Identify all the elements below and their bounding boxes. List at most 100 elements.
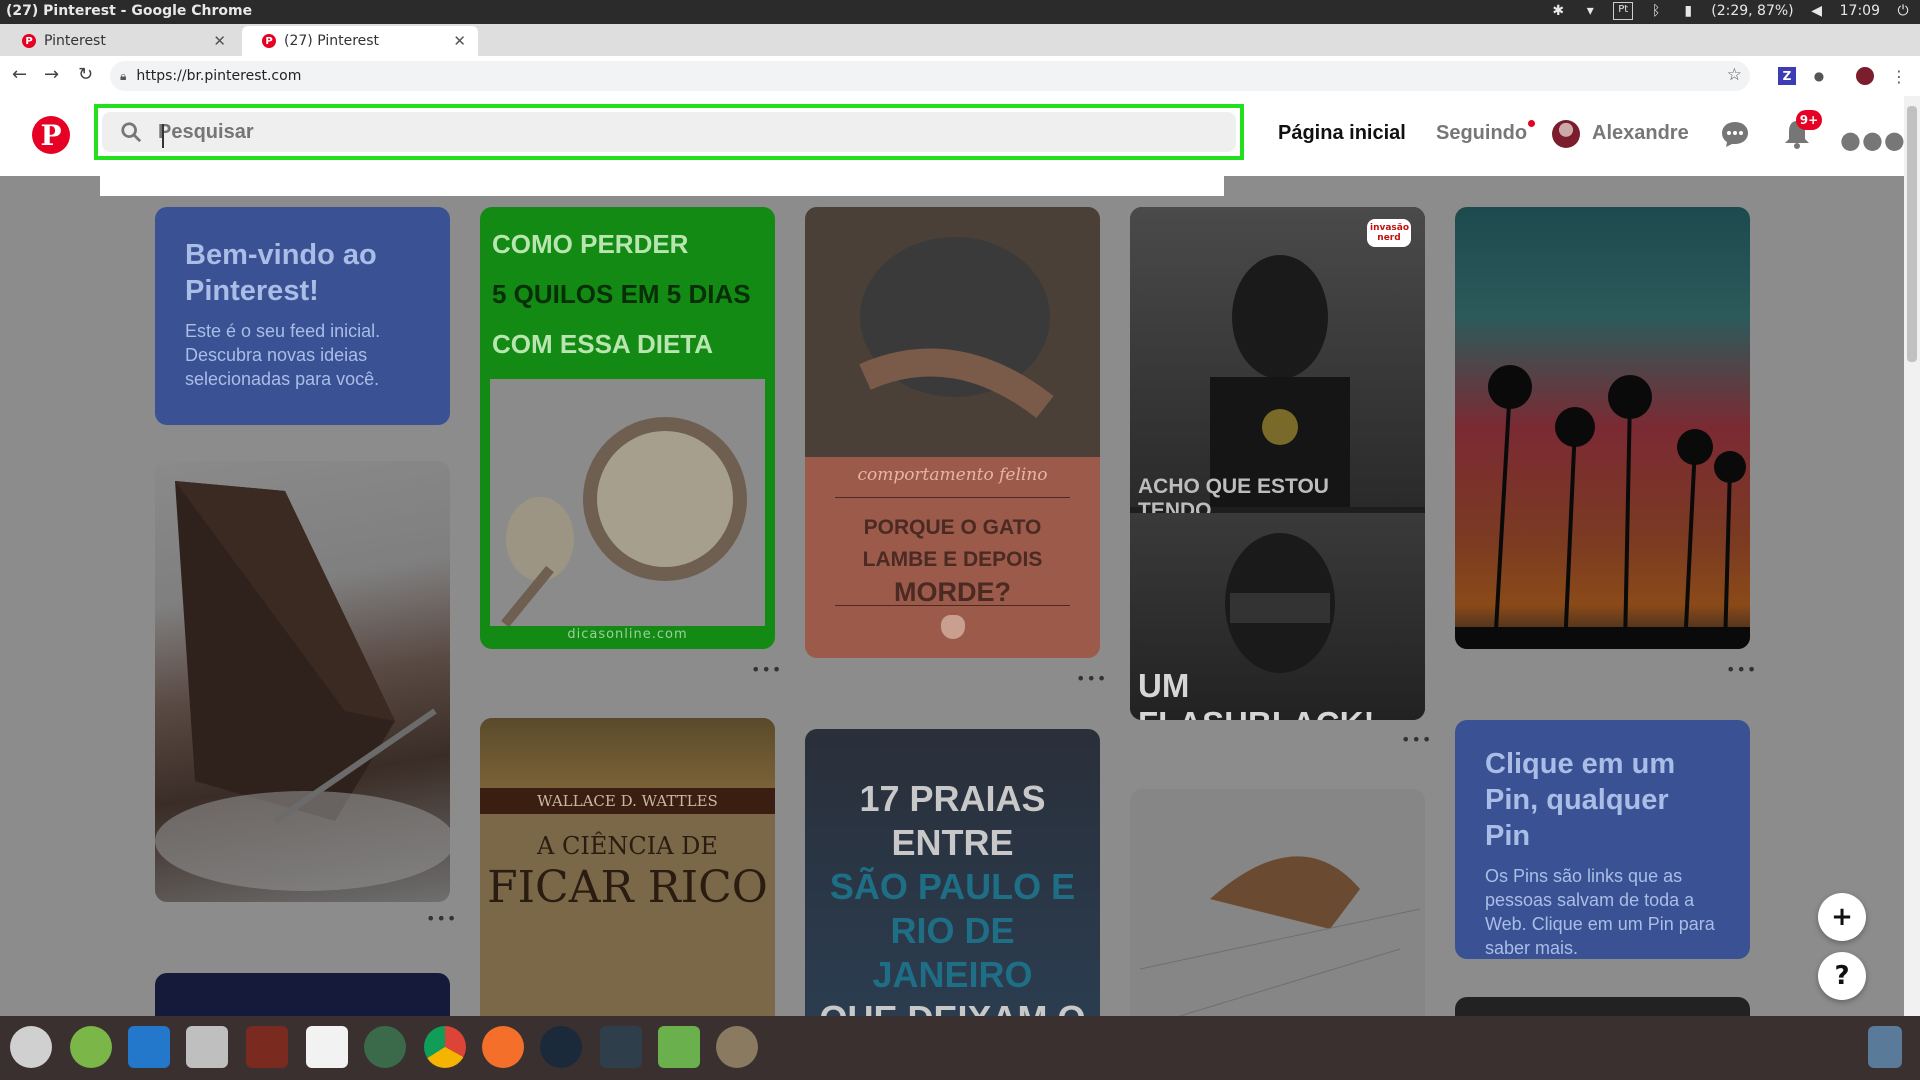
url-bar[interactable]: 🔒︎ https://br.pinterest.com ☆ (110, 61, 1750, 91)
settings-icon[interactable]: ✱ (1549, 3, 1567, 19)
vscode-icon[interactable] (128, 1026, 170, 1068)
tab-label: Pinterest (44, 33, 106, 49)
following-label: Seguindo (1436, 122, 1528, 144)
flash-bottom-text: UM FLASHBLACK! (1138, 667, 1374, 720)
pin-more-options[interactable]: ••• (1076, 669, 1107, 688)
battery-status: (2:29, 87%) (1711, 3, 1794, 19)
help-button[interactable]: ? (1818, 952, 1866, 1000)
gitkraken-icon[interactable] (540, 1026, 582, 1068)
chrome-icon[interactable] (424, 1026, 466, 1068)
pin-more-options[interactable]: ••• (751, 660, 782, 679)
click-pin-card[interactable]: Clique em um Pin, qualquer Pin Os Pins s… (1455, 720, 1750, 959)
cat-pin[interactable]: comportamento felino PORQUE O GATO LAMBE… (805, 207, 1100, 658)
dark-pin[interactable] (1455, 997, 1750, 1016)
beach-line1: 17 PRAIAS (859, 778, 1046, 819)
cat-title: PORQUE O GATO LAMBE E DEPOIS MORDE? (805, 512, 1100, 608)
clock[interactable]: 17:09 (1840, 3, 1880, 19)
pinterest-header: P Página inicial Seguindo Alexandre 9+ ●… (0, 96, 1906, 176)
taskbar (0, 1016, 1920, 1080)
diet-line3: COM ESSA DIETA (492, 329, 714, 359)
avatar[interactable] (1552, 120, 1580, 148)
tab-pinterest-active[interactable]: P (27) Pinterest ✕ (242, 26, 478, 56)
palm-sunset-pin[interactable] (1455, 207, 1750, 649)
close-tab-icon[interactable]: ✕ (453, 32, 466, 50)
power-icon[interactable]: ⏻ (1894, 3, 1912, 19)
keyboard-layout-icon[interactable]: Pt (1613, 2, 1634, 20)
welcome-text: Este é o seu feed inicial. Descubra nova… (185, 321, 381, 389)
back-icon[interactable]: ← (12, 64, 27, 85)
tab-pinterest[interactable]: P Pinterest ✕ (2, 26, 238, 56)
following-link[interactable]: Seguindo (1436, 120, 1536, 145)
scrollbar-thumb[interactable] (1907, 106, 1917, 362)
files-icon[interactable] (186, 1026, 228, 1068)
drawing-pin[interactable] (1130, 789, 1425, 1016)
search-dropdown (100, 176, 1224, 196)
welcome-card[interactable]: Bem-vindo ao Pinterest! Este é o seu fee… (155, 207, 450, 425)
messages-icon[interactable] (1720, 120, 1750, 148)
cat-title3: MORDE? (894, 577, 1011, 607)
atom-icon[interactable] (364, 1026, 406, 1068)
profile-link[interactable]: Alexandre (1592, 122, 1689, 145)
pinterest-favicon-icon: P (262, 34, 276, 48)
beach-line6: QUE DEIXAM O (805, 997, 1100, 1016)
pin-feed: Bem-vindo ao Pinterest! Este é o seu fee… (0, 176, 1904, 1016)
wifi-icon[interactable]: ▾ (1581, 3, 1599, 19)
search-input[interactable] (156, 119, 1060, 145)
flash-meme-pin[interactable]: invasão nerd ACHO QUE ESTOU TENDO... UM … (1130, 207, 1425, 720)
trash-icon[interactable] (1868, 1026, 1902, 1068)
pin-more-options[interactable]: ••• (1726, 660, 1757, 679)
beach-line3: SÃO PAULO E (829, 866, 1076, 907)
money-image (480, 718, 775, 788)
profile-avatar-icon[interactable] (1856, 67, 1874, 85)
system-tray: ✱ ▾ Pt ᛒ ▮ (2:29, 87%) ◀ 17:09 ⏻ (1549, 2, 1912, 20)
beach-pin[interactable]: 17 PRAIAS ENTRE SÃO PAULO E RIO DE JANEI… (805, 729, 1100, 1016)
flash-image-top: invasão nerd (1130, 207, 1425, 507)
pinterest-logo-icon[interactable]: P (32, 116, 70, 154)
cat-caption: comportamento felino (857, 465, 1048, 485)
bookmark-star-icon[interactable]: ☆ (1727, 65, 1742, 85)
bluetooth-icon[interactable]: ᛒ (1647, 3, 1665, 19)
cat-title1: PORQUE O GATO (863, 516, 1042, 539)
beach-line5: JANEIRO (872, 954, 1033, 995)
add-pin-button[interactable]: + (1818, 893, 1866, 941)
more-options-icon[interactable]: ●●● (1840, 126, 1906, 154)
close-tab-icon[interactable]: ✕ (213, 32, 226, 50)
beach-title: 17 PRAIAS ENTRE SÃO PAULO E RIO DE JANEI… (805, 777, 1100, 1016)
android-studio-icon[interactable] (70, 1026, 112, 1068)
diet-line2: 5 QUILOS EM 5 DIAS (492, 279, 751, 309)
new-activity-dot (1528, 120, 1536, 127)
lock-icon[interactable]: 🔒︎ (120, 69, 126, 84)
gimp-icon[interactable] (716, 1026, 758, 1068)
volume-icon[interactable]: ◀ (1808, 3, 1826, 19)
search-bar[interactable] (102, 112, 1236, 152)
battery-icon[interactable]: ▮ (1679, 3, 1697, 19)
chocolate-cake-pin[interactable] (155, 461, 450, 902)
reload-icon[interactable]: ↻ (78, 64, 93, 85)
diet-pin[interactable]: COMO PERDER 5 QUILOS EM 5 DIAS COM ESSA … (480, 207, 775, 649)
chrome-menu-icon[interactable]: ⋮ (1890, 67, 1908, 86)
oats-image (490, 379, 765, 628)
pinterest-favicon-icon: P (22, 34, 36, 48)
archive-icon[interactable] (658, 1026, 700, 1068)
welcome-title: Bem-vindo ao Pinterest! (185, 239, 377, 307)
search-icon (121, 122, 142, 143)
book-pin[interactable]: WALLACE D. WATTLES A CIÊNCIA DE FICAR RI… (480, 718, 775, 1016)
book-author: WALLACE D. WATTLES (480, 788, 775, 814)
window-title: (27) Pinterest - Google Chrome (6, 3, 253, 19)
pin-more-options[interactable]: ••• (426, 909, 457, 928)
zotero-extension-icon[interactable]: Z (1778, 67, 1796, 85)
cat-title2: LAMBE E DEPOIS (862, 548, 1043, 571)
postman-icon[interactable] (482, 1026, 524, 1068)
pin-more-options[interactable]: ••• (1401, 730, 1432, 749)
terminal-icon[interactable] (600, 1026, 642, 1068)
ubuntu-launcher-icon[interactable] (10, 1026, 52, 1068)
forward-icon[interactable]: → (44, 64, 59, 85)
tab-strip: P Pinterest ✕ P (27) Pinterest ✕ + (0, 24, 1920, 76)
slack-icon[interactable] (306, 1026, 348, 1068)
search-highlight-box (94, 104, 1244, 160)
book-app-icon[interactable] (246, 1026, 288, 1068)
night-pin[interactable] (155, 973, 450, 1016)
os-top-bar: (27) Pinterest - Google Chrome ✱ ▾ Pt ᛒ … (0, 0, 1920, 24)
lightbulb-extension-icon[interactable]: ● (1810, 67, 1828, 85)
home-link[interactable]: Página inicial (1278, 122, 1406, 145)
